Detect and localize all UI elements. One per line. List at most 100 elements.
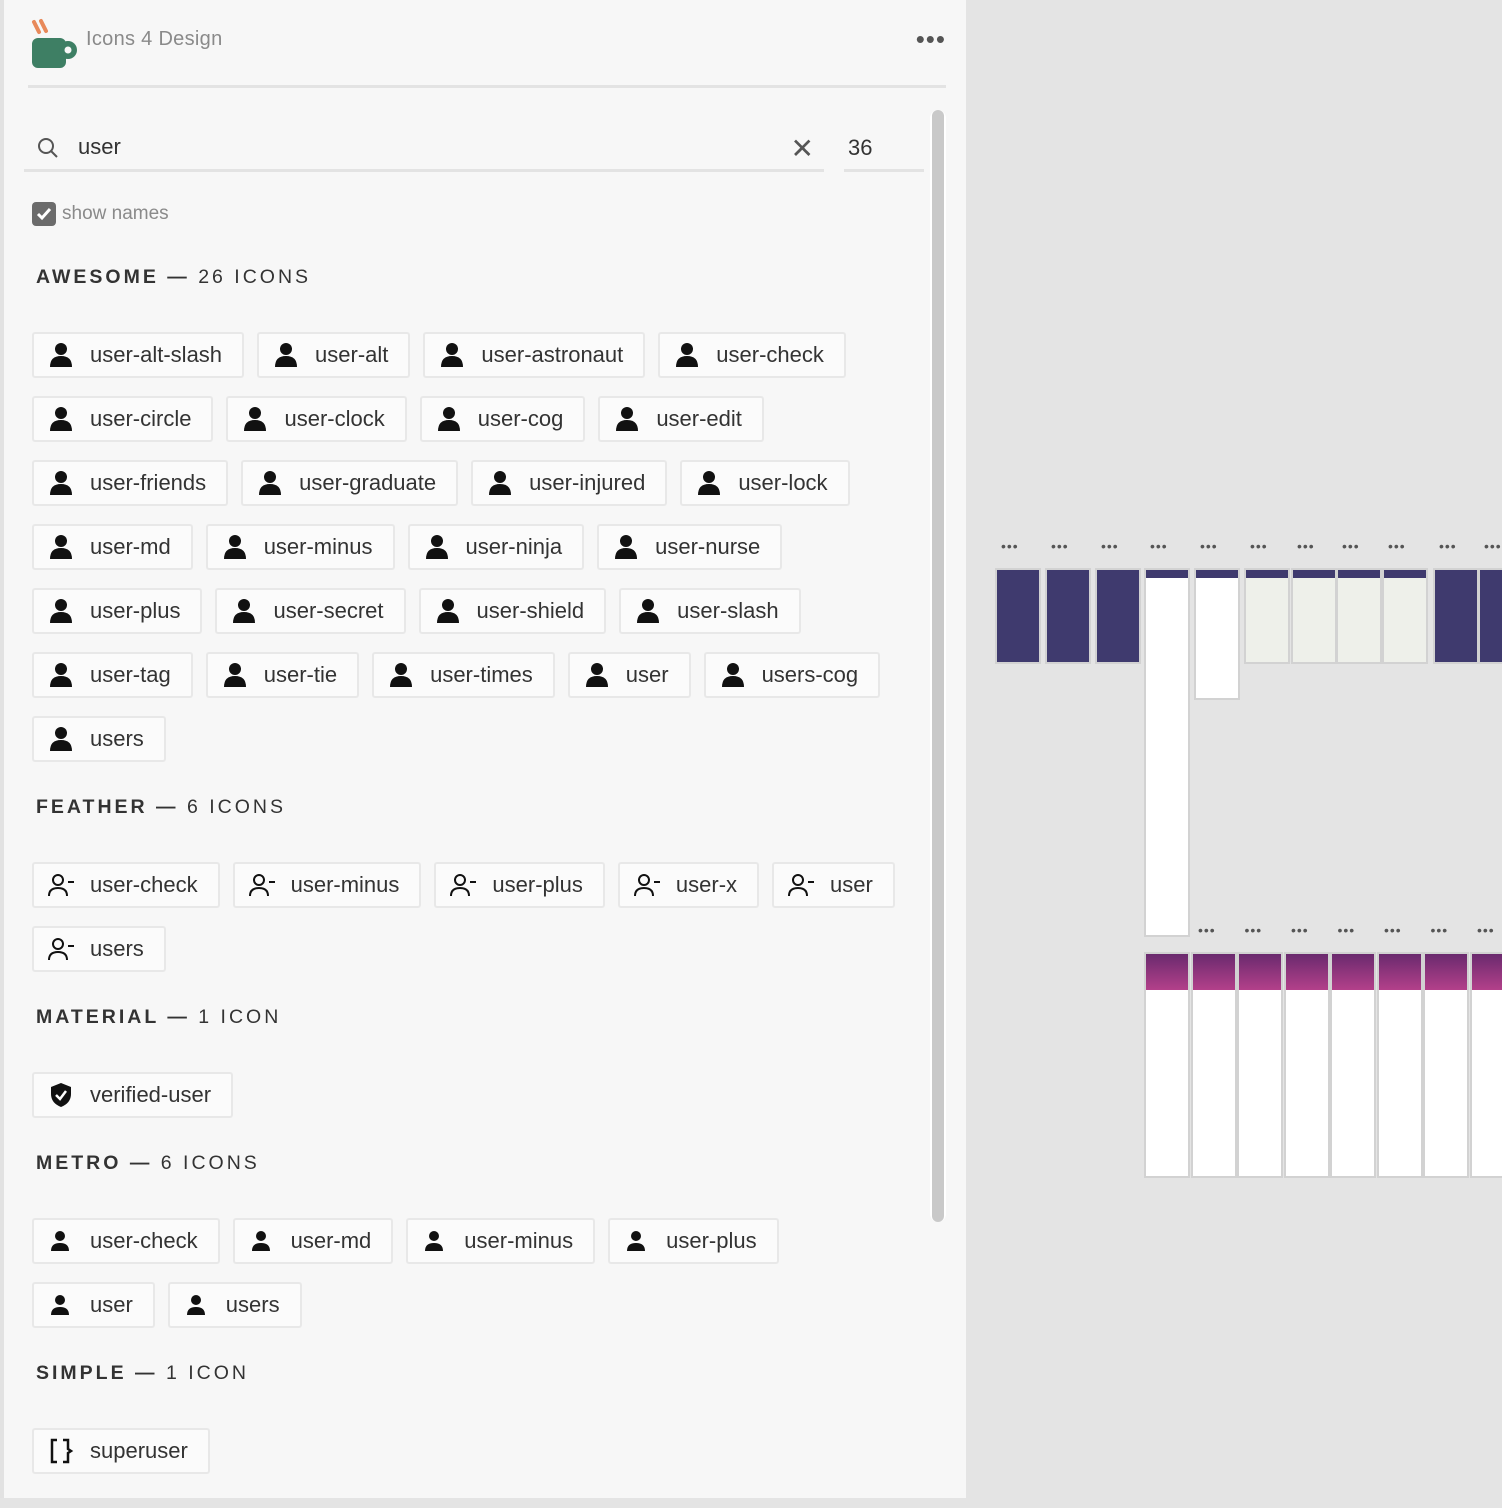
close-icon[interactable]: ✕ (791, 132, 814, 165)
search-input[interactable] (78, 134, 678, 160)
artboard-thumbnail[interactable] (1246, 570, 1288, 662)
icon-chip-user-tie[interactable]: user-tie (206, 652, 359, 698)
artboard-thumbnail[interactable] (1338, 570, 1380, 662)
artboard-thumbnail[interactable] (1293, 570, 1335, 662)
artboard-menu-icon[interactable]: ••• (1051, 538, 1069, 554)
artboard-menu-icon[interactable]: ••• (1245, 922, 1263, 938)
icon-chip-user-check[interactable]: user-check (32, 862, 220, 908)
artboard-menu-icon[interactable]: ••• (1388, 538, 1406, 554)
user-injured-icon (485, 468, 515, 498)
icon-chip-user-alt-slash[interactable]: user-alt-slash (32, 332, 244, 378)
icon-chip-user-astronaut[interactable]: user-astronaut (423, 332, 645, 378)
artboard-thumbnail[interactable] (1480, 570, 1502, 662)
artboard-thumbnail[interactable] (1379, 954, 1421, 1176)
superuser-icon (46, 1436, 76, 1466)
icon-chip-user[interactable]: user (568, 652, 691, 698)
artboard-menu-icon[interactable]: ••• (1297, 538, 1315, 554)
artboard-thumbnail[interactable] (1472, 954, 1502, 1176)
artboard-menu-icon[interactable]: ••• (1338, 922, 1356, 938)
artboard-menu-icon[interactable]: ••• (1250, 538, 1268, 554)
artboard-menu-icon[interactable]: ••• (1101, 538, 1119, 554)
icon-grid: user-check user-minus user-plus user-x user u… (32, 862, 912, 972)
scrollbar[interactable] (930, 110, 946, 1222)
icon-chip-user-x[interactable]: user-x (618, 862, 759, 908)
icon-chip-user-minus[interactable]: user-minus (406, 1218, 595, 1264)
icon-chip-users-cog[interactable]: users-cog (704, 652, 881, 698)
artboard-thumbnail[interactable] (1097, 570, 1139, 662)
artboard-thumbnail[interactable] (1425, 954, 1467, 1176)
artboard-thumbnail[interactable] (1047, 570, 1089, 662)
icon-name: user-tag (90, 662, 171, 688)
icon-chip-user-secret[interactable]: user-secret (215, 588, 405, 634)
icon-chip-user-nurse[interactable]: user-nurse (597, 524, 782, 570)
user-minus-icon (247, 870, 277, 900)
icon-chip-superuser[interactable]: superuser (32, 1428, 210, 1474)
artboard-menu-icon[interactable]: ••• (1291, 922, 1309, 938)
artboard-menu-icon[interactable]: ••• (1439, 538, 1457, 554)
artboard-menu-icon[interactable]: ••• (1198, 922, 1216, 938)
artboard-thumbnail[interactable] (1193, 954, 1235, 1176)
icon-chip-users[interactable]: users (32, 926, 166, 972)
artboard-menu-icon[interactable]: ••• (1431, 922, 1449, 938)
icon-name: users (90, 726, 144, 752)
icon-chip-user-check[interactable]: user-check (32, 1218, 220, 1264)
checkbox-checked-icon[interactable] (32, 202, 56, 226)
icon-chip-user-minus[interactable]: user-minus (233, 862, 422, 908)
icon-chip-user-cog[interactable]: user-cog (420, 396, 586, 442)
artboard-menu-icon[interactable]: ••• (1200, 538, 1218, 554)
user-icon (786, 870, 816, 900)
artboard-thumbnail[interactable] (1384, 570, 1426, 662)
icon-chip-user-shield[interactable]: user-shield (419, 588, 607, 634)
artboard-thumbnail[interactable] (1196, 570, 1238, 698)
artboard-menu-icon[interactable]: ••• (1384, 922, 1402, 938)
artboard-thumbnail[interactable] (1286, 954, 1328, 1176)
artboard-thumbnail[interactable] (1332, 954, 1374, 1176)
artboard-menu-icon[interactable]: ••• (1150, 538, 1168, 554)
icon-chip-user-md[interactable]: user-md (32, 524, 193, 570)
artboard-menu-icon[interactable]: ••• (1342, 538, 1360, 554)
icon-chip-user-alt[interactable]: user-alt (257, 332, 410, 378)
artboard-thumbnail[interactable] (1146, 954, 1188, 1176)
icon-chip-user-ninja[interactable]: user-ninja (408, 524, 585, 570)
artboard-thumbnail[interactable] (1146, 570, 1188, 935)
user-edit-icon (612, 404, 642, 434)
icon-chip-user-tag[interactable]: user-tag (32, 652, 193, 698)
user-alt-icon (271, 340, 301, 370)
icon-chip-user-lock[interactable]: user-lock (680, 460, 849, 506)
icon-chip-users[interactable]: users (168, 1282, 302, 1328)
artboard-thumbnail[interactable] (997, 570, 1039, 662)
artboard-menu-icon[interactable]: ••• (1484, 538, 1502, 554)
icon-chip-users[interactable]: users (32, 716, 166, 762)
icon-name: user-clock (284, 406, 384, 432)
icon-chip-user-injured[interactable]: user-injured (471, 460, 667, 506)
icon-chip-user-plus[interactable]: user-plus (32, 588, 202, 634)
section-name: MATERIAL (36, 1006, 159, 1028)
artboard-menu-icon[interactable]: ••• (1477, 922, 1495, 938)
icon-chip-user-plus[interactable]: user-plus (608, 1218, 778, 1264)
artboard-menu-icon[interactable]: ••• (1001, 538, 1019, 554)
artboard-thumbnail[interactable] (1239, 954, 1281, 1176)
icon-chip-user-circle[interactable]: user-circle (32, 396, 213, 442)
icon-name: user-x (676, 872, 737, 898)
icon-chip-user-graduate[interactable]: user-graduate (241, 460, 458, 506)
icon-chip-user-slash[interactable]: user-slash (619, 588, 800, 634)
icon-chip-user-times[interactable]: user-times (372, 652, 555, 698)
more-horizontal-icon[interactable]: ••• (916, 24, 946, 55)
icon-chip-verified-user[interactable]: verified-user (32, 1072, 233, 1118)
icon-name: user-circle (90, 406, 191, 432)
icon-chip-user[interactable]: user (772, 862, 895, 908)
icon-chip-user-edit[interactable]: user-edit (598, 396, 764, 442)
icon-chip-user-clock[interactable]: user-clock (226, 396, 406, 442)
scrollbar-thumb[interactable] (932, 110, 944, 1222)
users-icon (182, 1290, 212, 1320)
icon-name: user-minus (291, 872, 400, 898)
icon-chip-user-check[interactable]: user-check (658, 332, 846, 378)
icon-chip-user-md[interactable]: user-md (233, 1218, 394, 1264)
icon-chip-user[interactable]: user (32, 1282, 155, 1328)
icon-name: user (90, 1292, 133, 1318)
icon-chip-user-minus[interactable]: user-minus (206, 524, 395, 570)
icon-chip-user-plus[interactable]: user-plus (434, 862, 604, 908)
artboard-thumbnail[interactable] (1435, 570, 1477, 662)
show-names-checkbox[interactable]: show names (32, 202, 169, 226)
icon-chip-user-friends[interactable]: user-friends (32, 460, 228, 506)
